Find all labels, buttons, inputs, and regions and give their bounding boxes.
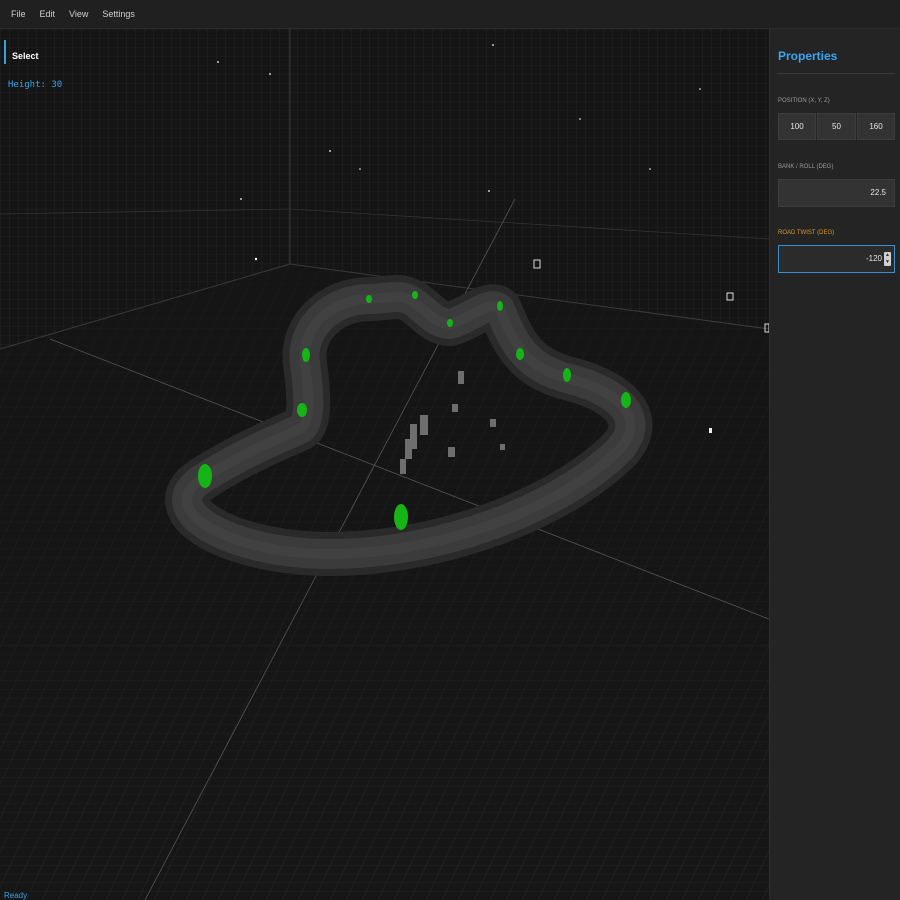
marker-square[interactable] bbox=[709, 428, 712, 433]
position-y-field[interactable]: 50 bbox=[817, 113, 856, 140]
control-point bbox=[198, 464, 212, 488]
scene-canvas[interactable] bbox=[0, 29, 769, 900]
editor-window: File Edit View Settings Select Height: 3… bbox=[0, 0, 900, 900]
menu-file[interactable]: File bbox=[4, 0, 33, 28]
active-tool-label: Select bbox=[4, 40, 39, 64]
control-point bbox=[394, 504, 408, 530]
position-x-field[interactable]: 100 bbox=[778, 113, 816, 140]
control-point bbox=[563, 368, 571, 382]
position-z-field[interactable]: 160 bbox=[857, 113, 895, 140]
properties-panel: Properties POSITION (X, Y, Z) 100 50 160… bbox=[769, 29, 900, 900]
3d-viewport[interactable]: Select Height: 30 Ready bbox=[0, 29, 769, 900]
control-point bbox=[412, 291, 418, 299]
control-point bbox=[621, 392, 631, 408]
panel-title: Properties bbox=[778, 49, 838, 63]
bank-roll-field[interactable]: 22.5 bbox=[778, 179, 895, 207]
control-point bbox=[497, 301, 503, 311]
panel-divider bbox=[777, 73, 895, 74]
up-down-arrows-icon[interactable]: ▲ ▼ bbox=[884, 252, 891, 266]
road-twist-value: -120 bbox=[865, 254, 882, 263]
menu-bar: File Edit View Settings bbox=[0, 0, 900, 29]
bank-label: BANK / ROLL (DEG) bbox=[778, 164, 834, 170]
menu-edit[interactable]: Edit bbox=[33, 0, 63, 28]
control-point bbox=[366, 295, 372, 303]
control-point bbox=[516, 348, 524, 360]
menu-settings[interactable]: Settings bbox=[95, 0, 142, 28]
position-label: POSITION (X, Y, Z) bbox=[778, 98, 830, 104]
control-point bbox=[447, 319, 453, 327]
twist-label: ROAD TWIST (DEG) bbox=[778, 230, 835, 236]
road-twist-field[interactable]: -120 ▲ ▼ bbox=[778, 245, 895, 273]
menu-view[interactable]: View bbox=[62, 0, 95, 28]
status-text: Ready bbox=[4, 891, 28, 900]
control-point bbox=[297, 403, 307, 417]
height-readout: Height: 30 bbox=[8, 80, 63, 90]
control-point bbox=[302, 348, 310, 362]
